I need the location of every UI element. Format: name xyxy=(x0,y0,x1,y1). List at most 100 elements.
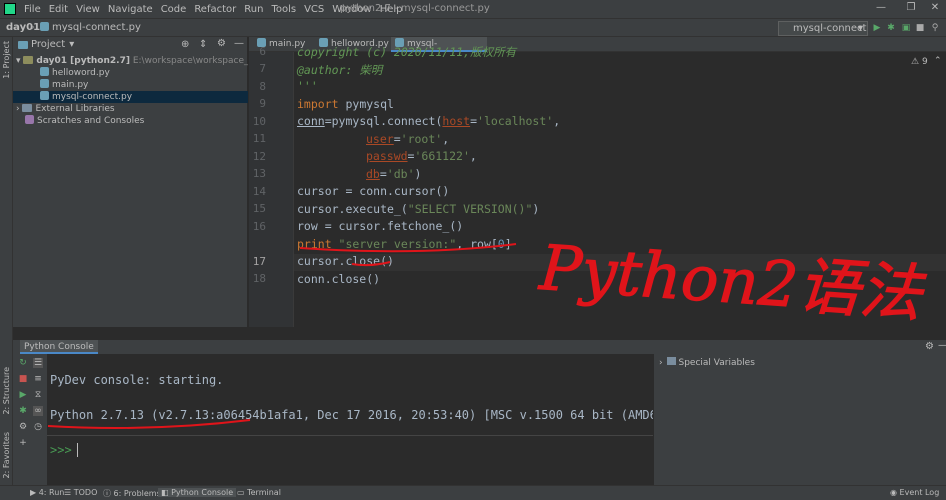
run-icon[interactable]: ▶ xyxy=(18,390,28,400)
tree-item-day01[interactable]: ▾ day01 [python2.7] E:\workspace\workspa… xyxy=(13,55,248,67)
run-icon[interactable]: ▶ xyxy=(872,23,882,33)
code-token: 'localhost' xyxy=(477,114,554,128)
minimize-icon[interactable]: — xyxy=(866,2,896,13)
settings-gear-icon[interactable]: ⚙ xyxy=(217,38,226,49)
code-token: =pymysql.connect( xyxy=(324,114,443,128)
editor-divider xyxy=(293,52,294,327)
debug-icon[interactable]: ✱ xyxy=(886,23,896,33)
console-input[interactable] xyxy=(77,443,78,457)
event-log-button[interactable]: ◉ Event Log xyxy=(890,488,939,497)
menu-run[interactable]: Run xyxy=(240,4,267,15)
hide-panel-icon[interactable]: — xyxy=(234,38,244,49)
menu-code[interactable]: Code xyxy=(157,4,191,15)
variables-panel: › Special Variables xyxy=(653,354,946,485)
line-number: 12 xyxy=(252,150,266,163)
status-run-label: 4: Run xyxy=(38,488,65,497)
collapse-all-icon[interactable]: ⇕ xyxy=(199,39,207,50)
status-todo-label: TODO xyxy=(73,488,98,497)
code-line-8: ''' xyxy=(297,79,318,93)
problems-tool-button[interactable]: ⓘ 6: Problems xyxy=(103,488,161,499)
clock-icon[interactable]: ◷ xyxy=(33,422,43,432)
console-tool-window-header: Python Console ⚙ — xyxy=(13,340,946,354)
tree-item-helloword[interactable]: helloword.py xyxy=(13,67,248,79)
code-token: 柴明 xyxy=(359,63,383,77)
line-number-gutter: 6 7 8 9 10 11 12 13 14 15 16 17 18 xyxy=(249,45,293,327)
menu-edit[interactable]: Edit xyxy=(45,4,72,15)
python-console-tool-button[interactable]: ◧ Python Console xyxy=(158,488,237,497)
tree-item-external-libraries[interactable]: › External Libraries xyxy=(13,103,248,115)
project-panel-title[interactable]: Project xyxy=(31,39,65,50)
project-tool-button[interactable]: 1: Project xyxy=(2,41,11,79)
code-editor[interactable]: 6 7 8 9 10 11 12 13 14 15 16 17 18 copyr… xyxy=(249,45,946,327)
project-folder-icon xyxy=(18,40,28,49)
line-number-current: 17 xyxy=(252,255,266,268)
menu-tools[interactable]: Tools xyxy=(267,4,300,15)
console-input-line xyxy=(47,435,653,436)
line-number: 7 xyxy=(259,62,266,75)
code-line-17: print "server version:", row[0] xyxy=(297,237,512,251)
navigation-bar: day01 › mysql-connect.py mysql-connect ▾… xyxy=(0,18,946,37)
history-icon[interactable]: ⧖ xyxy=(33,390,43,400)
tree-item-scratches[interactable]: Scratches and Consoles xyxy=(13,115,248,127)
window-title: python2.7 - mysql-connect.py xyxy=(340,3,490,14)
structure-tool-button[interactable]: 2: Structure xyxy=(2,367,11,415)
watch-icon[interactable]: ∞ xyxy=(33,406,43,416)
chevron-right-icon: › xyxy=(16,104,20,114)
rerun-icon[interactable]: ↻ xyxy=(18,358,28,368)
chevron-down-icon[interactable]: ▾ xyxy=(69,39,74,50)
code-line-12: passwd='661122', xyxy=(366,149,477,163)
tree-item-main[interactable]: main.py xyxy=(13,79,248,91)
python-file-icon xyxy=(40,67,49,76)
soft-wrap-icon[interactable]: ≡ xyxy=(33,374,43,384)
tree-item-label: main.py xyxy=(52,80,89,90)
warning-icon[interactable]: ⚠ 9 xyxy=(911,57,928,67)
console-output[interactable]: PyDev console: starting. Python 2.7.13 (… xyxy=(47,354,679,485)
code-token: host xyxy=(442,114,471,128)
special-variables-label: Special Variables xyxy=(678,358,755,368)
settings-gear-icon[interactable]: ⚙ xyxy=(18,422,28,432)
special-variables-item[interactable]: › Special Variables xyxy=(659,357,755,368)
expand-icon[interactable]: ⌃ xyxy=(934,56,942,66)
tree-item-path: E:\workspace\workspace_python2.7\ xyxy=(132,56,248,66)
search-icon[interactable]: ⚲ xyxy=(930,23,940,33)
tab-python-console[interactable]: Python Console xyxy=(20,340,98,354)
todo-tool-button[interactable]: ☰ TODO xyxy=(64,488,97,497)
coverage-icon[interactable]: ▣ xyxy=(901,23,911,33)
terminal-tool-button[interactable]: ▭ Terminal xyxy=(237,488,281,497)
run-config-select[interactable]: mysql-connect ▾ xyxy=(778,21,868,36)
status-python-console-label: Python Console xyxy=(171,488,234,497)
menu-refactor[interactable]: Refactor xyxy=(190,4,240,15)
line-number: 13 xyxy=(252,167,266,180)
locate-icon[interactable]: ⊕ xyxy=(181,39,189,50)
status-problems-label: 6: Problems xyxy=(113,489,161,498)
tree-item-label: day01 [python2.7] xyxy=(36,56,130,66)
code-token: , row[ xyxy=(456,237,498,251)
code-token: 'root' xyxy=(400,132,443,146)
menu-navigate[interactable]: Navigate xyxy=(104,4,157,15)
show-variables-icon[interactable]: ☰ xyxy=(33,358,43,368)
hide-panel-icon[interactable]: — xyxy=(938,340,946,351)
add-icon[interactable]: + xyxy=(18,438,28,448)
line-number: 11 xyxy=(252,132,266,145)
menu-vcs[interactable]: VCS xyxy=(300,4,328,15)
stop-icon[interactable]: ■ xyxy=(915,23,925,33)
debug-icon[interactable]: ✱ xyxy=(18,406,28,416)
tree-item-mysql-connect[interactable]: mysql-connect.py xyxy=(13,91,248,103)
stop-icon[interactable]: ■ xyxy=(18,374,28,384)
run-tool-button[interactable]: ▶ 4: Run xyxy=(30,488,64,497)
close-icon[interactable]: ✕ xyxy=(920,2,946,13)
line-number: 9 xyxy=(259,97,266,110)
breadcrumb-file[interactable]: mysql-connect.py xyxy=(40,22,141,33)
code-token: = xyxy=(393,132,401,146)
tree-item-label: External Libraries xyxy=(35,104,115,114)
favorites-tool-button[interactable]: 2: Favorites xyxy=(2,432,11,478)
menu-file[interactable]: File xyxy=(20,4,45,15)
code-token: 'db' xyxy=(386,167,415,181)
scratches-icon xyxy=(25,115,34,124)
line-number: 15 xyxy=(252,202,266,215)
python-file-icon xyxy=(40,91,49,100)
menu-view[interactable]: View xyxy=(72,4,104,15)
settings-gear-icon[interactable]: ⚙ xyxy=(925,341,934,352)
code-token: passwd xyxy=(366,149,408,163)
left-tool-stripe: 1: Project 2: Structure 2: Favorites xyxy=(0,37,13,485)
